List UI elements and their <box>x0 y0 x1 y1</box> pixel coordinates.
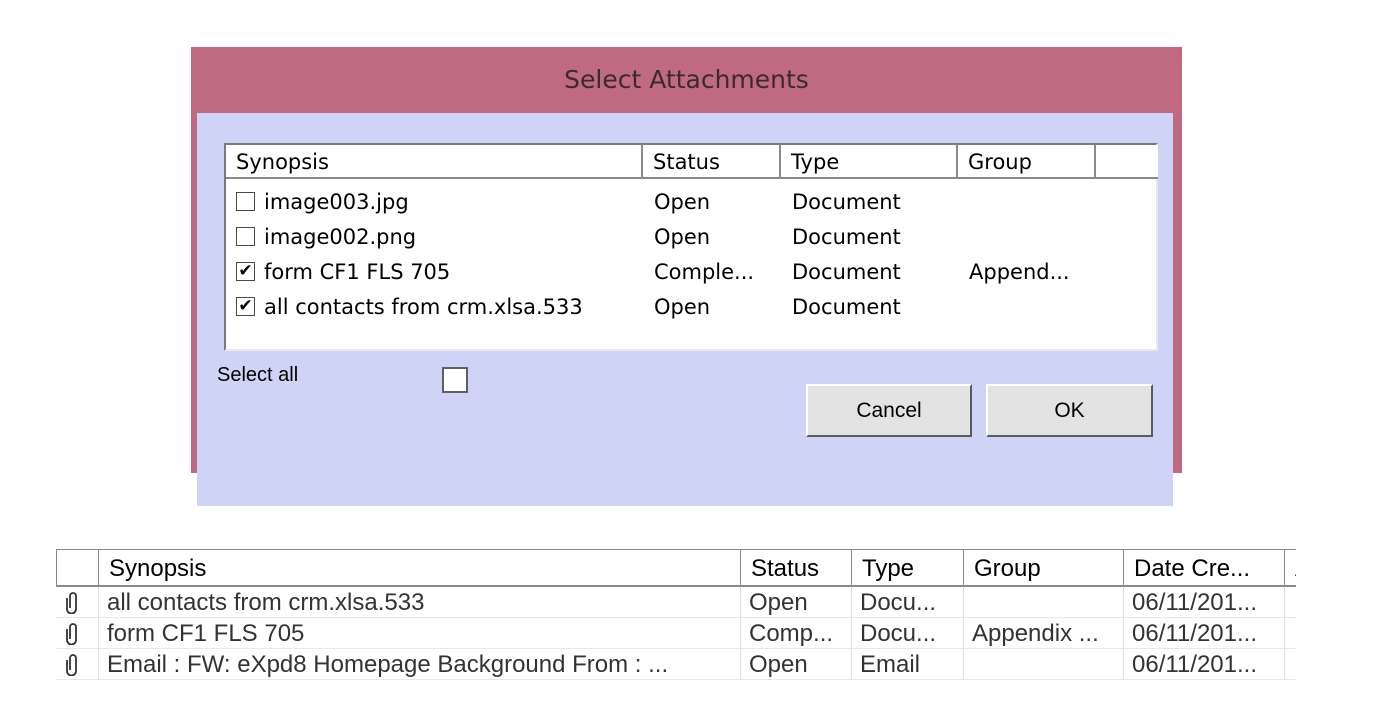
grid-cell-status: Open <box>740 649 851 680</box>
attachment-synopsis: image002.png <box>264 225 417 249</box>
grid-cell-al <box>1284 587 1296 618</box>
grid-column-header-synopsis[interactable]: Synopsis <box>98 549 740 587</box>
attachment-status: Open <box>654 190 711 214</box>
attachment-row[interactable]: image003.jpg Open Document <box>226 185 1156 220</box>
dialog-body: Synopsis Status Type Group image003.jpg O… <box>197 113 1173 506</box>
attachments-grid: Synopsis Status Type Group Date Cre... A… <box>56 549 1296 687</box>
select-all-label: Select all <box>217 364 299 386</box>
grid-cell-synopsis: Email : FW: eXpd8 Homepage Background Fr… <box>98 649 740 680</box>
select-all-checkbox[interactable] <box>442 367 468 393</box>
grid-column-header-group[interactable]: Group <box>963 549 1123 587</box>
grid-cell-group: Appendix ... <box>963 618 1123 649</box>
paperclip-icon <box>66 592 77 614</box>
column-header-group[interactable]: Group <box>958 145 1096 179</box>
grid-header: Synopsis Status Type Group Date Cre... A… <box>56 549 1296 587</box>
attachment-type: Document <box>792 225 901 249</box>
attachment-row[interactable]: ✔ form CF1 FLS 705 Comple... Document Append… <box>226 255 1156 290</box>
attachment-checkbox[interactable] <box>236 227 255 246</box>
attachment-synopsis: image003.jpg <box>264 190 409 214</box>
grid-cell-type: Docu... <box>851 618 963 649</box>
attachments-list-header: Synopsis Status Type Group <box>226 145 1158 181</box>
attachment-type: Document <box>792 190 901 214</box>
ok-button[interactable]: OK <box>986 384 1153 437</box>
grid-column-header-date-created[interactable]: Date Cre... <box>1123 549 1284 587</box>
attachment-row[interactable]: ✔ all contacts from crm.xlsa.533 Open Docum… <box>226 290 1156 325</box>
grid-icon-cell <box>56 649 98 680</box>
grid-column-header-type[interactable]: Type <box>851 549 963 587</box>
grid-row[interactable]: all contacts from crm.xlsa.533 Open Docu..… <box>56 587 1296 618</box>
column-header-extra[interactable] <box>1096 145 1158 179</box>
attachment-checkbox[interactable]: ✔ <box>236 262 255 281</box>
attachment-group: Append... <box>969 260 1070 284</box>
column-header-status[interactable]: Status <box>643 145 781 179</box>
grid-cell-group <box>963 649 1123 680</box>
paperclip-icon <box>66 654 77 676</box>
attachment-type: Document <box>792 260 901 284</box>
attachment-row[interactable]: image002.png Open Document <box>226 220 1156 255</box>
grid-column-header-status[interactable]: Status <box>740 549 851 587</box>
grid-column-header-al[interactable]: Al <box>1284 549 1296 587</box>
attachment-checkbox[interactable]: ✔ <box>236 297 255 316</box>
grid-column-header-icon[interactable] <box>56 549 98 587</box>
dialog-title: Select Attachments <box>564 65 809 94</box>
grid-cell-type: Docu... <box>851 587 963 618</box>
attachment-type: Document <box>792 295 901 319</box>
grid-row[interactable]: form CF1 FLS 705 Comp... Docu... Appendix .… <box>56 618 1296 649</box>
attachment-status: Open <box>654 225 711 249</box>
attachments-list[interactable]: Synopsis Status Type Group image003.jpg O… <box>224 143 1158 351</box>
select-attachments-dialog: Select Attachments Synopsis Status Type … <box>191 47 1182 506</box>
grid-cell-group <box>963 587 1123 618</box>
grid-cell-date: 06/11/201... <box>1123 649 1284 680</box>
grid-cell-al <box>1284 618 1296 649</box>
column-header-synopsis[interactable]: Synopsis <box>226 145 643 179</box>
attachment-status: Open <box>654 295 711 319</box>
grid-row[interactable]: Email : FW: eXpd8 Homepage Background Fr… <box>56 649 1296 680</box>
grid-cell-status: Comp... <box>740 618 851 649</box>
attachment-synopsis: form CF1 FLS 705 <box>264 260 451 284</box>
attachment-checkbox[interactable] <box>236 192 255 211</box>
paperclip-icon <box>66 623 77 645</box>
grid-cell-synopsis: all contacts from crm.xlsa.533 <box>98 587 740 618</box>
attachment-synopsis: all contacts from crm.xlsa.533 <box>264 295 583 319</box>
column-header-type[interactable]: Type <box>781 145 958 179</box>
grid-cell-status: Open <box>740 587 851 618</box>
grid-icon-cell <box>56 587 98 618</box>
grid-cell-al <box>1284 649 1296 680</box>
grid-cell-type: Email <box>851 649 963 680</box>
grid-cell-date: 06/11/201... <box>1123 618 1284 649</box>
grid-cell-date: 06/11/201... <box>1123 587 1284 618</box>
grid-cell-synopsis: form CF1 FLS 705 <box>98 618 740 649</box>
attachment-status: Comple... <box>654 260 755 284</box>
grid-icon-cell <box>56 618 98 649</box>
cancel-button[interactable]: Cancel <box>806 384 972 437</box>
